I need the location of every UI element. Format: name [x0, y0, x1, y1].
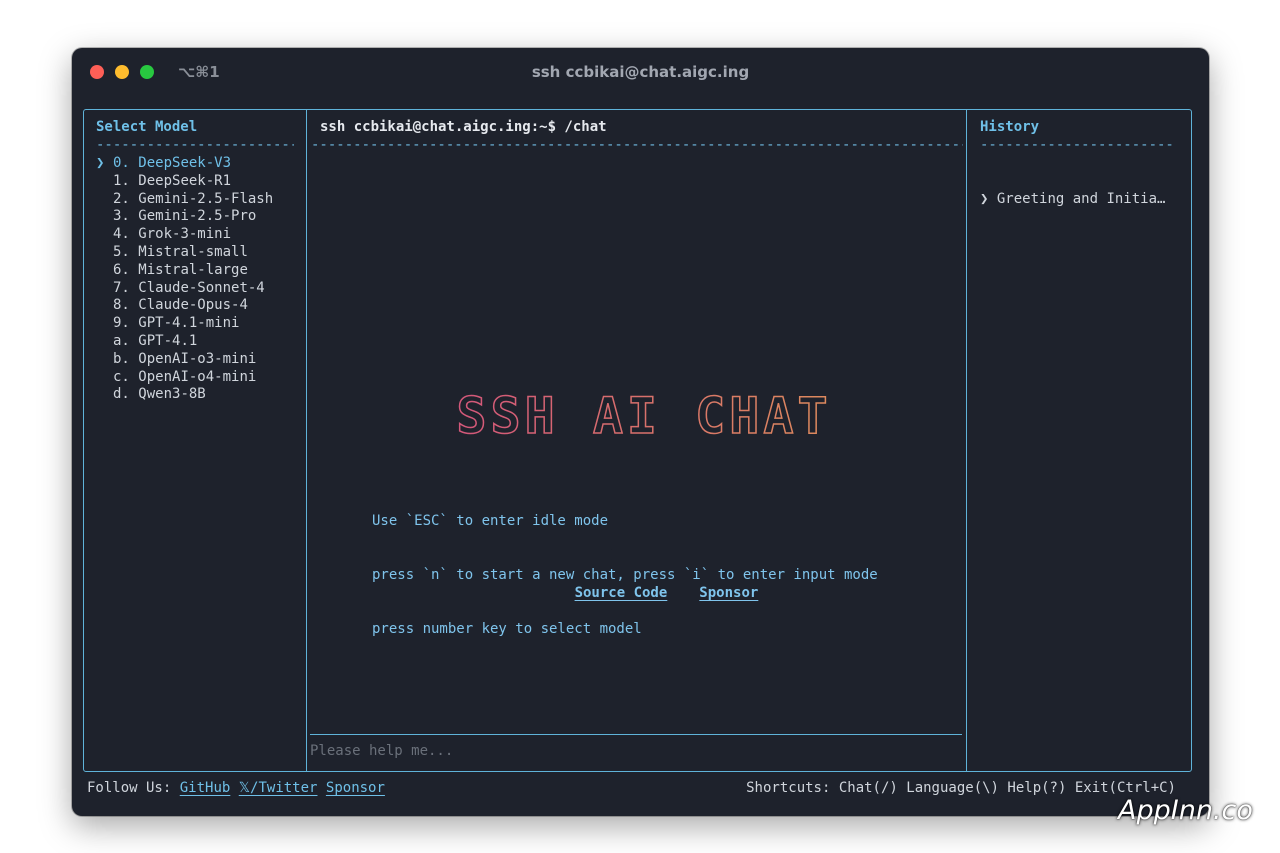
model-item[interactable]: 5. Mistral-small — [96, 243, 273, 261]
shell-prompt: ssh ccbikai@chat.aigc.ing:~$ /chat — [320, 119, 607, 135]
window-title: ssh ccbikai@chat.aigc.ing — [531, 63, 750, 81]
follow-us: Follow Us: GitHub 𝕏/Twitter Sponsor — [87, 779, 385, 797]
history-list: ❯ Greeting and Initia… — [980, 154, 1165, 244]
project-links: Source Code Sponsor — [524, 566, 790, 620]
model-label: Mistral-large — [138, 261, 248, 278]
history-title-underline: ------------------------ — [980, 137, 1176, 153]
hint-line: press number key to select model — [372, 621, 642, 637]
model-item[interactable]: 9. GPT-4.1-mini — [96, 314, 273, 332]
model-key: 6. — [113, 261, 130, 278]
model-key: 4. — [113, 226, 130, 243]
github-link[interactable]: GitHub — [180, 780, 231, 796]
hint-line: Use `ESC` to enter idle mode — [372, 513, 609, 529]
model-item[interactable]: 7. Claude-Sonnet-4 — [96, 279, 273, 297]
shortcuts-text: Shortcuts: Chat(/) Language(\) Help(?) E… — [746, 780, 1176, 796]
model-item[interactable]: 8. Claude-Opus-4 — [96, 296, 273, 314]
model-label: Gemini-2.5-Pro — [138, 208, 257, 225]
model-label: DeepSeek-R1 — [138, 172, 232, 189]
model-label: Qwen3-8B — [138, 386, 206, 403]
input-separator — [310, 734, 962, 735]
follow-label: Follow Us: — [87, 780, 172, 796]
model-item[interactable]: ❯ 0. DeepSeek-V3 — [96, 154, 273, 172]
prompt-underline: ----------------------------------------… — [311, 137, 963, 153]
model-key: 3. — [113, 208, 130, 225]
logo-text: SSH AI CHAT — [456, 393, 831, 443]
model-item[interactable]: a. GPT-4.1 — [96, 332, 273, 350]
model-item[interactable]: 6. Mistral-large — [96, 261, 273, 279]
source-code-link[interactable]: Source Code — [575, 585, 668, 601]
model-key: 1. — [113, 172, 130, 189]
model-key: b. — [113, 350, 130, 367]
model-key: 9. — [113, 315, 130, 332]
history-item-label: Greeting and Initia… — [996, 191, 1166, 207]
selected-marker-icon: ❯ — [980, 191, 989, 207]
sidebar-title-underline: ------------------------ — [96, 137, 294, 153]
model-item[interactable]: 1. DeepSeek-R1 — [96, 172, 273, 190]
model-item[interactable]: d. Qwen3-8B — [96, 385, 273, 403]
ssh-ai-chat-logo: SSH AI CHAT — [456, 393, 831, 443]
model-key: 8. — [113, 297, 130, 314]
model-label: GPT-4.1 — [138, 332, 198, 349]
model-key: a. — [113, 332, 130, 349]
model-key: 0. — [113, 155, 130, 171]
message-input[interactable] — [310, 742, 950, 760]
twitter-link[interactable]: 𝕏/Twitter — [239, 780, 318, 796]
model-key: c. — [113, 368, 130, 385]
model-item[interactable]: b. OpenAI-o3-mini — [96, 350, 273, 368]
model-item[interactable]: c. OpenAI-o4-mini — [96, 368, 273, 386]
model-list: ❯ 0. DeepSeek-V3 1. DeepSeek-R1 2. Gemini-2… — [96, 154, 273, 403]
history-divider — [966, 110, 967, 771]
selected-marker-icon: ❯ — [96, 155, 105, 171]
watermark: AppInn.co — [1118, 795, 1253, 826]
model-label: GPT-4.1-mini — [138, 315, 240, 332]
model-label: Mistral-small — [138, 243, 248, 260]
model-label: DeepSeek-V3 — [138, 155, 232, 171]
model-item[interactable]: 2. Gemini-2.5-Flash — [96, 190, 273, 208]
model-key: 7. — [113, 279, 130, 296]
tui-frame: Select Model ------------------------ ❯ 0… — [83, 109, 1192, 772]
sidebar-divider — [306, 110, 307, 771]
model-item[interactable]: 4. Grok-3-mini — [96, 225, 273, 243]
terminal-window: ⌥⌘1 ssh ccbikai@chat.aigc.ing Select Mod… — [72, 48, 1209, 816]
model-key: d. — [113, 386, 130, 403]
model-label: Grok-3-mini — [138, 226, 232, 243]
model-item[interactable]: 3. Gemini-2.5-Pro — [96, 207, 273, 225]
history-title: History — [980, 119, 1040, 135]
model-label: OpenAI-o4-mini — [138, 368, 257, 385]
model-key: 5. — [113, 243, 130, 260]
select-model-title: Select Model — [96, 119, 198, 135]
model-label: Claude-Opus-4 — [138, 297, 248, 314]
history-item[interactable]: ❯ Greeting and Initia… — [980, 190, 1165, 208]
sponsor-link[interactable]: Sponsor — [699, 585, 758, 601]
model-label: Gemini-2.5-Flash — [138, 190, 274, 207]
footer-sponsor-link[interactable]: Sponsor — [326, 780, 385, 796]
model-key: 2. — [113, 190, 130, 207]
model-label: Claude-Sonnet-4 — [138, 279, 265, 296]
model-label: OpenAI-o3-mini — [138, 350, 257, 367]
title-bar: ⌥⌘1 ssh ccbikai@chat.aigc.ing — [72, 48, 1209, 98]
